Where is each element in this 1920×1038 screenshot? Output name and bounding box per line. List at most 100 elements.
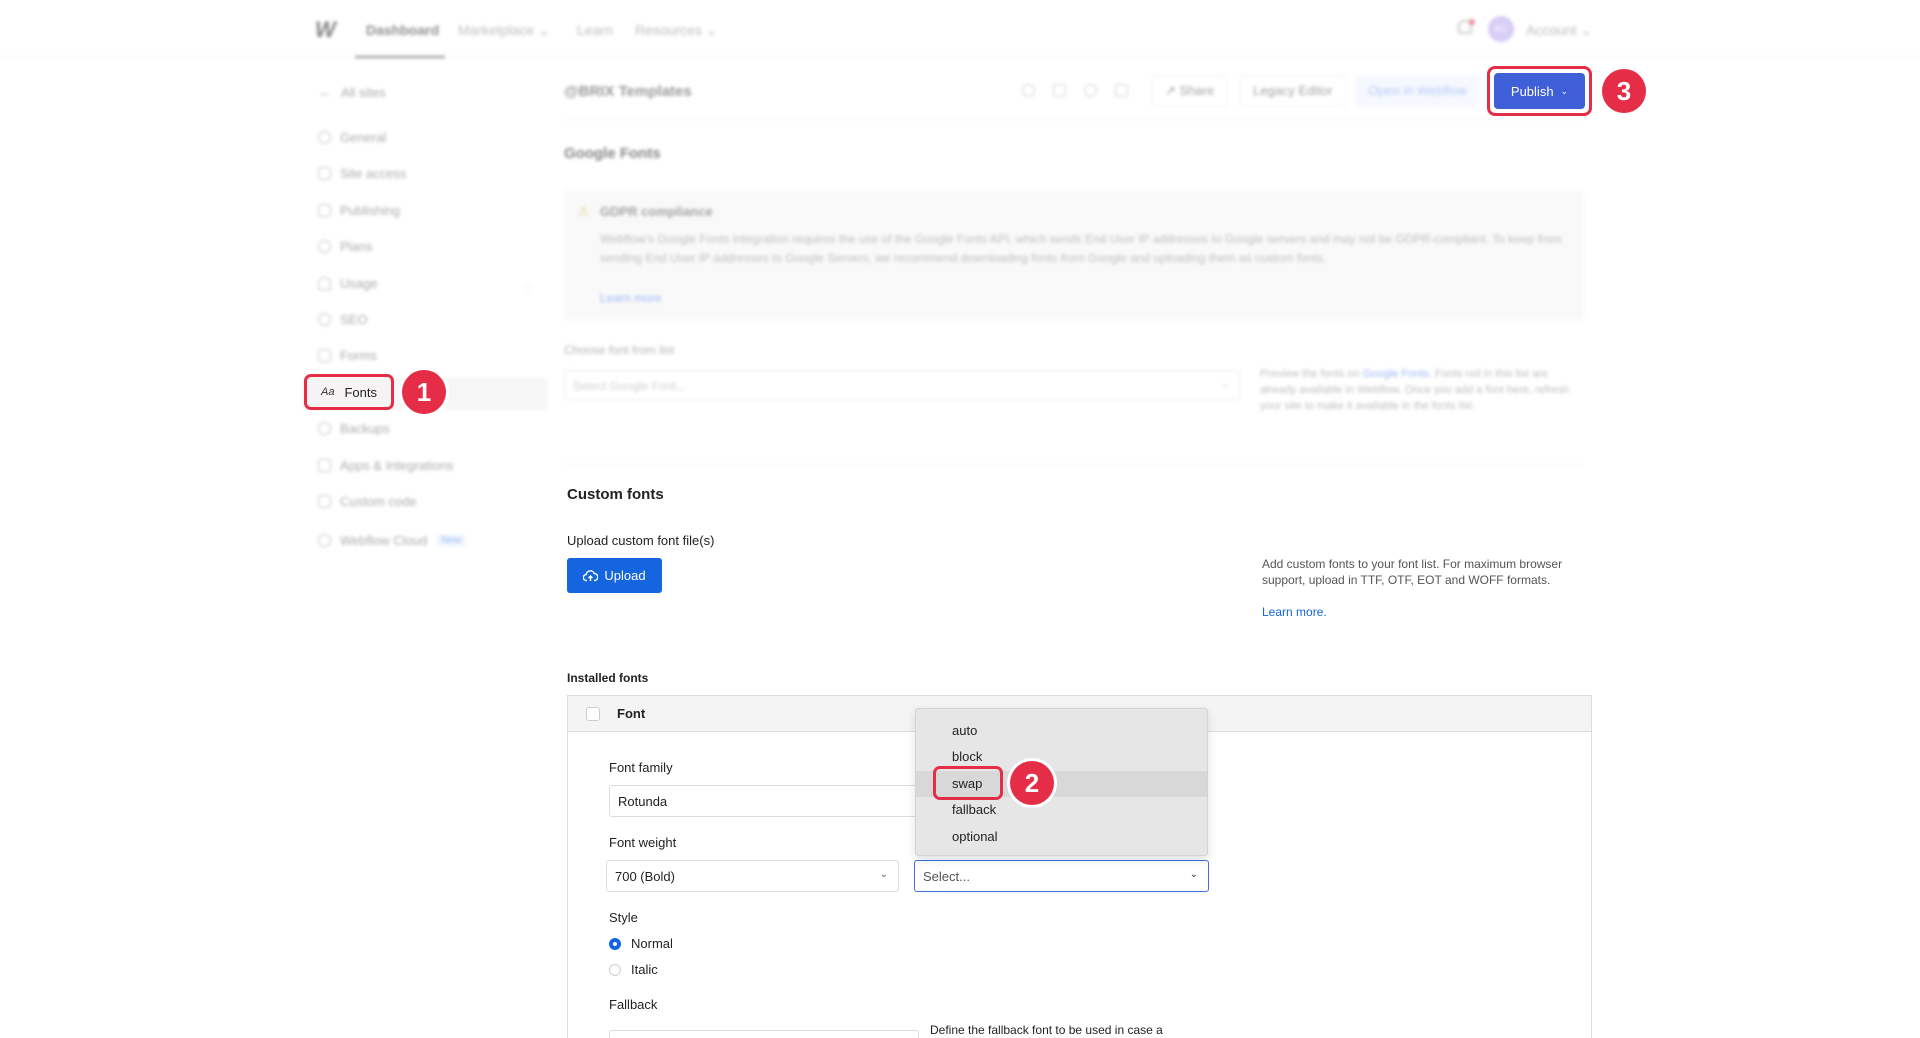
form-icon bbox=[318, 349, 331, 362]
google-fonts-link[interactable]: Google Fonts bbox=[1363, 368, 1429, 380]
upload-button[interactable]: Upload bbox=[567, 558, 662, 593]
font-weight-value: 700 (Bold) bbox=[615, 869, 675, 884]
style-option-normal[interactable]: Normal bbox=[609, 936, 673, 951]
backup-icon bbox=[318, 422, 331, 435]
top-navigation: W Dashboard Marketplace ⌄ Learn Resource… bbox=[0, 0, 1920, 58]
radio-unselected[interactable] bbox=[609, 963, 621, 976]
gear-icon bbox=[318, 131, 331, 144]
apps-grid-icon bbox=[318, 459, 331, 472]
sidebar-item-publishing[interactable]: Publishing bbox=[318, 203, 400, 218]
sidebar-item-fonts[interactable]: Aa Fonts bbox=[304, 374, 394, 410]
style-option-italic[interactable]: Italic bbox=[609, 962, 658, 977]
sidebar-item-webflow-cloud[interactable]: Webflow Cloud New bbox=[318, 533, 467, 548]
choose-font-label: Choose font from list bbox=[564, 343, 675, 357]
chevron-down-icon: ⌄ bbox=[1560, 85, 1569, 96]
custom-fonts-title: Custom fonts bbox=[567, 486, 664, 503]
page-title: @BRIX Templates bbox=[564, 83, 692, 100]
sidebar-item-backups[interactable]: Backups bbox=[318, 421, 390, 436]
column-font-header: Font bbox=[617, 706, 646, 721]
users-icon[interactable] bbox=[1115, 84, 1128, 97]
webflow-logo[interactable]: W bbox=[315, 17, 336, 43]
installed-fonts-title: Installed fonts bbox=[567, 671, 649, 685]
fallback-input[interactable] bbox=[609, 1030, 919, 1038]
sidebar-item-label: Usage bbox=[340, 276, 378, 291]
dropdown-option-block[interactable]: block bbox=[952, 749, 982, 764]
share-label: Share bbox=[1179, 83, 1215, 98]
chevron-down-icon: ⌄ bbox=[1189, 869, 1198, 880]
sidebar-item-usage[interactable]: Usage bbox=[318, 276, 378, 291]
comment-icon[interactable] bbox=[1084, 84, 1097, 97]
radio-selected[interactable] bbox=[609, 937, 621, 950]
help-text-pre: Preview the fonts on bbox=[1260, 368, 1363, 380]
account-label: Account bbox=[1526, 22, 1577, 38]
dropdown-option-optional[interactable]: optional bbox=[952, 829, 998, 844]
sidebar-item-label: Publishing bbox=[340, 203, 400, 218]
nav-learn[interactable]: Learn bbox=[577, 22, 613, 38]
plan-icon bbox=[318, 240, 331, 253]
font-display-placeholder: Select... bbox=[923, 869, 970, 884]
fallback-help-text: Define the fallback font to be used in c… bbox=[930, 1023, 1163, 1037]
select-all-checkbox[interactable] bbox=[586, 707, 600, 721]
upload-label-text: Upload bbox=[604, 568, 646, 583]
style-option-label: Normal bbox=[631, 936, 673, 951]
style-label: Style bbox=[609, 910, 638, 925]
nav-dashboard[interactable]: Dashboard bbox=[366, 22, 439, 38]
google-font-select-placeholder: Select Google Font... bbox=[573, 379, 686, 393]
upload-help-text: Add custom fonts to your font list. For … bbox=[1262, 557, 1563, 587]
nav-marketplace-label: Marketplace bbox=[458, 22, 535, 38]
nav-resources[interactable]: Resources ⌄ bbox=[635, 22, 718, 39]
font-aa-icon: Aa bbox=[321, 386, 335, 398]
sidebar-item-custom-code[interactable]: Custom code bbox=[318, 494, 417, 509]
font-weight-select[interactable]: 700 (Bold) ⌄ bbox=[606, 860, 899, 892]
publish-label: Publish bbox=[1510, 83, 1554, 99]
sidebar-item-label: Plans bbox=[340, 239, 373, 254]
nav-marketplace[interactable]: Marketplace ⌄ bbox=[458, 22, 550, 39]
gauge-icon bbox=[318, 277, 331, 290]
gdpr-learn-more-link[interactable]: Learn more bbox=[600, 291, 661, 305]
font-display-select[interactable]: Select... ⌄ bbox=[914, 860, 1209, 892]
step-marker-2: 2 bbox=[1010, 761, 1054, 805]
style-option-label: Italic bbox=[631, 962, 658, 977]
step-marker-3: 3 bbox=[1602, 69, 1646, 113]
calendar-icon[interactable] bbox=[1053, 84, 1066, 97]
legacy-editor-button[interactable]: Legacy Editor bbox=[1240, 75, 1346, 107]
open-in-webflow-button[interactable]: Open in Webflow bbox=[1356, 75, 1479, 107]
sidebar-back-all-sites[interactable]: ← All sites bbox=[318, 84, 386, 100]
font-weight-label: Font weight bbox=[609, 835, 677, 850]
section-divider bbox=[564, 464, 1584, 465]
sidebar-item-plans[interactable]: Plans bbox=[318, 239, 373, 254]
notification-dot bbox=[1469, 19, 1475, 25]
dropdown-option-fallback[interactable]: fallback bbox=[952, 802, 996, 817]
sidebar-item-site-access[interactable]: Site access bbox=[318, 166, 406, 181]
custom-fonts-learn-more-link[interactable]: Learn more. bbox=[1262, 605, 1327, 619]
font-family-input[interactable]: Rotunda bbox=[609, 785, 919, 817]
avatar[interactable]: RC bbox=[1488, 16, 1514, 42]
chevron-down-icon: ⌄ bbox=[879, 869, 888, 880]
font-family-label: Font family bbox=[609, 760, 673, 775]
step-marker-1: 1 bbox=[402, 370, 446, 414]
sidebar-item-label: Site access bbox=[340, 166, 407, 181]
cloud-icon bbox=[318, 534, 331, 547]
gdpr-notice: ⚠ GDPR compliance Webflow's Google Fonts… bbox=[564, 190, 1584, 320]
sidebar-item-label: Forms bbox=[340, 348, 377, 363]
chevron-down-icon: ⌄ bbox=[1220, 379, 1229, 390]
cloud-icon bbox=[318, 204, 331, 217]
sidebar-item-label: Backups bbox=[340, 421, 390, 436]
sidebar-item-general[interactable]: General bbox=[318, 130, 386, 145]
audit-icon[interactable] bbox=[1022, 84, 1035, 97]
publish-button[interactable]: Publish ⌄ bbox=[1494, 73, 1585, 109]
upload-label: Upload custom font file(s) bbox=[567, 533, 715, 548]
google-font-select[interactable]: Select Google Font... ⌄ bbox=[564, 370, 1240, 400]
sidebar-item-forms[interactable]: Forms bbox=[318, 348, 377, 363]
sidebar-item-label: General bbox=[340, 130, 387, 145]
chevron-down-icon: ⌄ bbox=[705, 22, 718, 38]
account-menu[interactable]: Account ⌄ bbox=[1526, 22, 1592, 39]
code-icon bbox=[318, 495, 331, 508]
dropdown-option-auto[interactable]: auto bbox=[952, 723, 977, 738]
header-divider bbox=[564, 119, 1584, 120]
sidebar-item-seo[interactable]: SEO bbox=[318, 312, 367, 327]
share-button[interactable]: ↗ Share bbox=[1152, 75, 1228, 107]
sidebar-item-apps-integrations[interactable]: Apps & Integrations bbox=[318, 458, 453, 473]
warning-icon: ⚠ bbox=[578, 204, 589, 218]
new-badge: New bbox=[436, 534, 467, 547]
